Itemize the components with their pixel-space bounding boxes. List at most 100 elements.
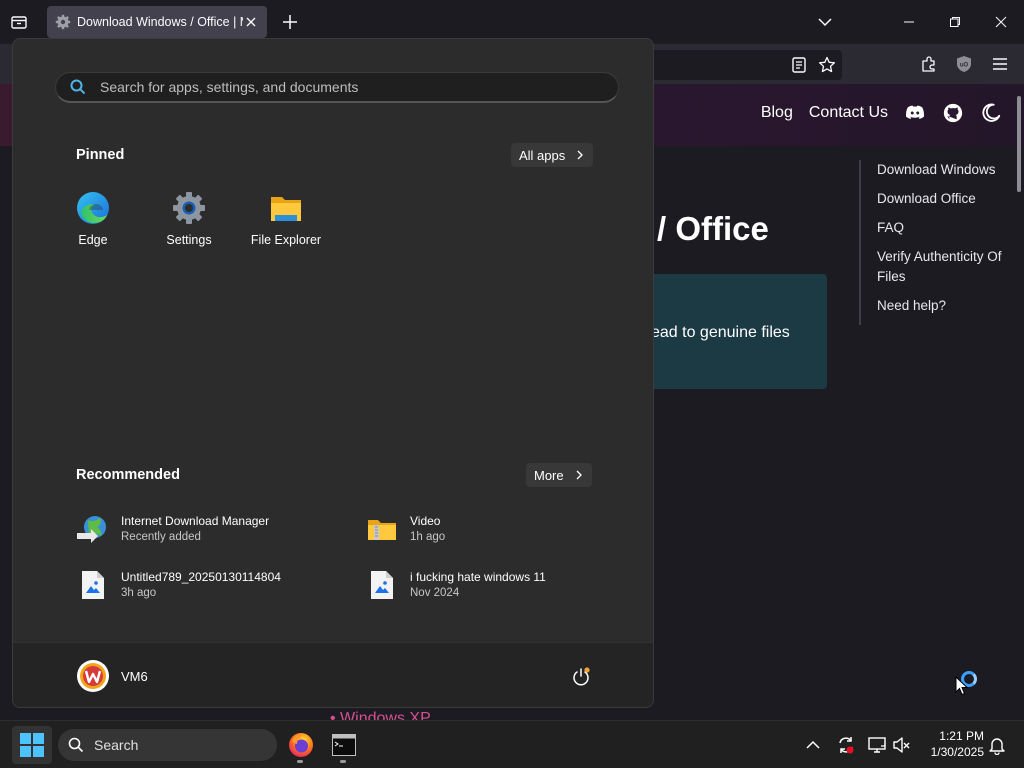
plus-icon[interactable] [280, 12, 300, 32]
clock-time: 1:21 PM [939, 729, 984, 743]
more-button[interactable]: More [526, 463, 592, 487]
start-footer: VM6 [13, 642, 653, 707]
extensions-icon[interactable] [920, 55, 938, 73]
info-card-text: ead to genuine files [651, 324, 790, 341]
chevron-up-icon[interactable] [803, 735, 823, 755]
system-clock[interactable]: 1:21 PM 1/30/2025 [918, 728, 984, 760]
ublock-shield-icon[interactable]: uO [955, 55, 973, 73]
start-menu: Pinned All apps Edge Settings File Explo… [12, 38, 654, 708]
more-label: More [534, 467, 564, 483]
chevron-right-icon [577, 150, 584, 160]
taskbar: Search 1:21 PM 1/30/2025 [0, 720, 1024, 768]
all-apps-label: All apps [519, 147, 566, 163]
toc-item[interactable]: Download Windows [877, 160, 1009, 180]
mouse-cursor-icon [955, 676, 969, 696]
file-explorer-icon [271, 197, 301, 221]
recommended-item[interactable]: Video 1h ago [365, 509, 445, 549]
toc-item[interactable]: Need help? [877, 296, 1009, 316]
pinned-app-edge[interactable]: Edge [48, 191, 138, 261]
taskbar-app-terminal[interactable] [326, 727, 362, 763]
image-file-icon [365, 568, 399, 602]
search-icon [70, 79, 86, 95]
taskbar-app-firefox[interactable] [283, 727, 319, 763]
settings-icon [173, 192, 205, 224]
volume-muted-icon[interactable] [892, 735, 912, 755]
scrollbar-thumb[interactable] [1017, 96, 1021, 192]
tab-title: Download Windows / Office | M [77, 15, 243, 29]
nav-link-blog[interactable]: Blog [761, 104, 793, 122]
app-label: File Explorer [250, 233, 322, 247]
recommended-item[interactable]: Internet Download Manager Recently added [76, 509, 269, 549]
reader-view-icon[interactable] [790, 56, 808, 74]
zip-folder-icon [365, 512, 399, 546]
sync-icon[interactable] [836, 735, 856, 755]
recommended-item-name: Video [410, 514, 441, 528]
app-label: Edge [78, 233, 108, 247]
image-file-icon [76, 568, 110, 602]
recommended-item[interactable]: i fucking hate windows 11 Nov 2024 [365, 565, 546, 605]
toc-item[interactable]: Download Office [877, 189, 1009, 209]
svg-text:uO: uO [960, 63, 969, 69]
recommended-item-time: Recently added [121, 531, 201, 543]
github-icon[interactable] [942, 102, 964, 124]
discord-icon[interactable] [904, 102, 926, 124]
site-nav: Blog Contact Us [761, 102, 1002, 124]
app-label: Settings [166, 233, 212, 247]
terminal-icon [332, 734, 356, 756]
power-icon[interactable] [571, 667, 591, 687]
chevron-down-icon[interactable] [815, 12, 835, 32]
recommended-item-text: Video 1h ago [410, 513, 445, 545]
maximize-icon [950, 17, 960, 27]
recommended-item-time: 1h ago [410, 531, 446, 543]
close-window-icon [995, 16, 1007, 28]
idm-icon [76, 512, 110, 546]
maximize-button[interactable] [932, 0, 978, 44]
pinned-app-file-explorer[interactable]: File Explorer [241, 191, 331, 261]
bookmark-star-icon[interactable] [818, 56, 836, 74]
taskbar-search[interactable]: Search [58, 729, 277, 761]
start-search-box[interactable] [55, 72, 619, 103]
windows-logo-icon [20, 733, 44, 757]
page-heading: / Office [657, 210, 769, 247]
firefox-icon [289, 733, 313, 757]
display-icon[interactable] [867, 735, 887, 755]
minimize-button[interactable] [886, 0, 932, 44]
user-name: VM6 [121, 668, 148, 684]
recommended-item-time: 3h ago [121, 587, 157, 599]
start-button[interactable] [12, 726, 52, 764]
info-card: ead to genuine files [645, 274, 827, 389]
avatar [77, 660, 109, 692]
user-account-button[interactable]: VM6 [77, 660, 148, 692]
running-indicator [340, 760, 346, 763]
nav-link-contact[interactable]: Contact Us [809, 104, 888, 122]
recommended-item-text: i fucking hate windows 11 Nov 2024 [410, 569, 546, 601]
recommended-item[interactable]: Untitled789_20250130114804 3h ago [76, 565, 281, 605]
moon-icon[interactable] [980, 102, 1002, 124]
table-of-contents: Download Windows Download Office FAQ Ver… [859, 160, 1009, 325]
recommended-item-name: Untitled789_20250130114804 [121, 570, 281, 584]
running-indicator [297, 760, 303, 763]
recommended-item-text: Internet Download Manager Recently added [121, 513, 269, 545]
recommended-heading: Recommended [76, 467, 180, 483]
close-window-button[interactable] [978, 0, 1024, 44]
recommended-item-time: Nov 2024 [410, 587, 460, 599]
tab-list-icon[interactable] [9, 12, 29, 32]
close-icon[interactable] [243, 14, 259, 30]
toc-item[interactable]: Verify Authenticity Of Files [877, 247, 1009, 287]
browser-tab[interactable]: Download Windows / Office | M [47, 6, 267, 38]
minimize-icon [904, 21, 914, 23]
start-search-input[interactable] [100, 79, 580, 95]
taskbar-search-label: Search [94, 737, 139, 753]
settings-gear-favicon [55, 14, 71, 30]
edge-icon [77, 192, 109, 224]
pinned-app-settings[interactable]: Settings [144, 191, 234, 261]
recommended-item-text: Untitled789_20250130114804 3h ago [121, 569, 281, 601]
hamburger-menu-icon[interactable] [991, 55, 1009, 73]
notification-bell-icon[interactable] [987, 735, 1007, 755]
recommended-item-name: i fucking hate windows 11 [410, 570, 546, 584]
clock-date: 1/30/2025 [930, 745, 984, 759]
recommended-item-name: Internet Download Manager [121, 514, 270, 528]
all-apps-button[interactable]: All apps [511, 143, 594, 167]
chevron-right-icon [576, 470, 582, 480]
toc-item[interactable]: FAQ [877, 218, 1009, 238]
